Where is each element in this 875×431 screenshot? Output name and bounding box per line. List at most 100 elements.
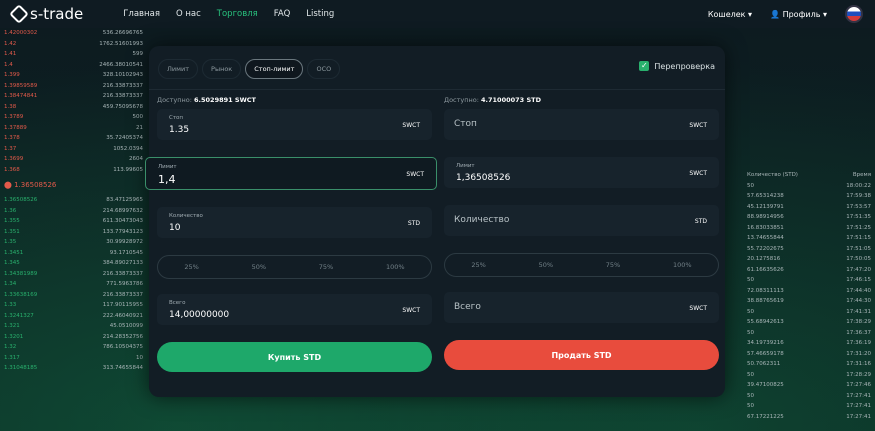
sell-limit-field[interactable]: Лимит 1,36508526 SWCT [444, 157, 719, 188]
menu-faq[interactable]: FAQ [274, 9, 290, 19]
trade-history-header: Количество (STD) Время [747, 172, 871, 179]
ask-row: 1.368 113.99605 [4, 166, 143, 173]
bid-row: 1.34381989 216.33873337 [4, 270, 143, 277]
ask-row: 1.38474841 216.33873337 [4, 93, 143, 100]
buy-percent-selector: 25% 50% 75% 100% [157, 255, 432, 279]
bid-row: 1.31048185 313.74655844 [4, 365, 143, 372]
trade-row: 72.08311113 17:44:40 [747, 287, 871, 294]
user-icon: 👤 [770, 9, 781, 19]
menu-trading[interactable]: Торговля [217, 9, 258, 19]
ask-row: 1.39859589 216.33873337 [4, 82, 143, 89]
buy-total-field[interactable]: Всего 14,00000000 SWCT [157, 294, 432, 325]
trade-row: 55.68942613 17:38:29 [747, 319, 871, 326]
trade-row: 50 17:27:41 [747, 392, 871, 399]
tab-limit[interactable]: Лимит [158, 59, 199, 79]
ask-row: 1.378 35.72405374 [4, 135, 143, 142]
recheck-toggle[interactable]: ✓ Перепроверка [639, 61, 715, 71]
sell-button[interactable]: Продать STD [444, 340, 719, 370]
bid-row: 1.317 10 [4, 354, 143, 361]
sell-pct-25[interactable]: 25% [471, 261, 485, 269]
trade-row: 34.19739216 17:36:19 [747, 340, 871, 347]
bid-row: 1.355 611.30473043 [4, 218, 143, 225]
menu-listing[interactable]: Listing [306, 9, 334, 19]
buy-available: Доступно: 6.5029891 SWCT [157, 96, 256, 104]
stop-limit-order-modal: Лимит Рынок Стоп-лимит OCO ✓ Перепроверка… [145, 46, 725, 397]
wallet-dropdown[interactable]: Кошелек ▾ [708, 10, 752, 19]
sell-total-field[interactable]: Всего SWCT [444, 292, 719, 323]
ask-row: 1.37 1052.0394 [4, 145, 143, 152]
ask-row: 1.42 1762.51601993 [4, 40, 143, 47]
tab-market[interactable]: Рынок [202, 59, 242, 79]
ask-row: 1.4 2466.38010541 [4, 61, 143, 68]
sell-pct-50[interactable]: 50% [539, 261, 553, 269]
trade-row: 45.12139791 17:53:57 [747, 203, 871, 210]
trade-row: 67.17221225 17:27:41 [747, 413, 871, 420]
menu-home[interactable]: Главная [123, 9, 160, 19]
buy-stop-field[interactable]: Стоп 1.35 SWCT [157, 109, 432, 140]
bid-row: 1.3451 93.1710545 [4, 249, 143, 256]
trade-row: 13.74655844 17:51:15 [747, 235, 871, 242]
bid-row: 1.35 30.99928972 [4, 239, 143, 246]
trade-row: 50 17:28:29 [747, 371, 871, 378]
trade-row: 55.72202675 17:51:05 [747, 245, 871, 252]
bid-row: 1.36508526 83.47125965 [4, 197, 143, 204]
sell-quantity-field[interactable]: Количество STD [444, 205, 719, 236]
trade-row: 20.1275816 17:50:05 [747, 256, 871, 263]
buy-pct-25[interactable]: 25% [184, 263, 198, 271]
trade-row: 50.7062311 17:31:16 [747, 361, 871, 368]
bid-row: 1.3241327 222.46040921 [4, 312, 143, 319]
ask-row: 1.42000302 536.26696765 [4, 30, 143, 37]
language-flag-icon[interactable] [845, 5, 863, 23]
buy-limit-field[interactable]: Лимит 1,4 SWCT [145, 157, 437, 190]
sell-pct-100[interactable]: 100% [673, 261, 692, 269]
trade-row: 61.16635626 17:47:20 [747, 266, 871, 273]
trade-row: 57.65314238 17:59:38 [747, 193, 871, 200]
buy-button[interactable]: Купить STD [157, 342, 432, 372]
trade-row: 57.46659178 17:31:20 [747, 350, 871, 357]
buy-column: Доступно: 6.5029891 SWCT Стоп 1.35 SWCT Ли… [145, 96, 437, 372]
menu-about[interactable]: О нас [176, 9, 201, 19]
sell-column: Доступно: 4.71000073 STD Стоп SWCT Лимит 1… [444, 96, 719, 370]
trade-row: 50 17:41:31 [747, 308, 871, 315]
logo-icon [9, 4, 29, 24]
buy-pct-75[interactable]: 75% [319, 263, 333, 271]
trade-row: 38.88765619 17:44:30 [747, 298, 871, 305]
trade-row: 39.47100825 17:27:46 [747, 382, 871, 389]
top-navbar: s-trade Главная О нас Торговля FAQ Listi… [0, 0, 875, 28]
buy-pct-50[interactable]: 50% [252, 263, 266, 271]
bid-row: 1.32 786.10504375 [4, 344, 143, 351]
trade-row: 50 18:00:22 [747, 182, 871, 189]
checkbox-checked-icon[interactable]: ✓ [639, 61, 650, 71]
logo[interactable]: s-trade [9, 4, 84, 24]
main-menu: Главная О нас Торговля FAQ Listing [123, 9, 334, 19]
ask-row: 1.41 599 [4, 51, 143, 58]
trade-row: 50 17:46:15 [747, 277, 871, 284]
buy-quantity-field[interactable]: Количество 10 STD [157, 207, 432, 238]
order-book: 1.42000302 536.26696765 1.42 1762.51601993 1… [0, 28, 147, 431]
sell-pct-75[interactable]: 75% [606, 261, 620, 269]
trade-row: 88.98914956 17:51:35 [747, 214, 871, 221]
bid-row: 1.3201 214.28352756 [4, 333, 143, 340]
trade-row: 16.83033851 17:51:25 [747, 224, 871, 231]
order-type-tabs: Лимит Рынок Стоп-лимит OCO [158, 59, 341, 79]
profile-dropdown[interactable]: 👤 Профиль ▾ [770, 10, 827, 19]
bid-row: 1.345 384.89027133 [4, 260, 143, 267]
logo-text: s-trade [30, 5, 84, 23]
bid-row: 1.33638169 216.33873337 [4, 291, 143, 298]
trade-history: Количество (STD) Время 50 18:00:22 57.653142… [725, 28, 875, 431]
trade-row: 50 17:36:37 [747, 329, 871, 336]
tab-stop-limit[interactable]: Стоп-лимит [245, 59, 304, 79]
bid-row: 1.34 771.5963786 [4, 281, 143, 288]
sell-stop-field[interactable]: Стоп SWCT [444, 109, 719, 140]
buy-pct-100[interactable]: 100% [386, 263, 405, 271]
divider [149, 89, 725, 90]
ask-row: 1.399 328.10102943 [4, 72, 143, 79]
ask-row: 1.38 459.75095678 [4, 103, 143, 110]
sell-percent-selector: 25% 50% 75% 100% [444, 253, 719, 277]
bid-row: 1.36 214.68997632 [4, 207, 143, 214]
bid-row: 1.321 45.0510099 [4, 323, 143, 330]
ask-row: 1.37889 21 [4, 124, 143, 131]
ask-row: 1.3699 2604 [4, 156, 143, 163]
tab-oco[interactable]: OCO [307, 59, 341, 79]
trade-row: 50 17:27:41 [747, 403, 871, 410]
